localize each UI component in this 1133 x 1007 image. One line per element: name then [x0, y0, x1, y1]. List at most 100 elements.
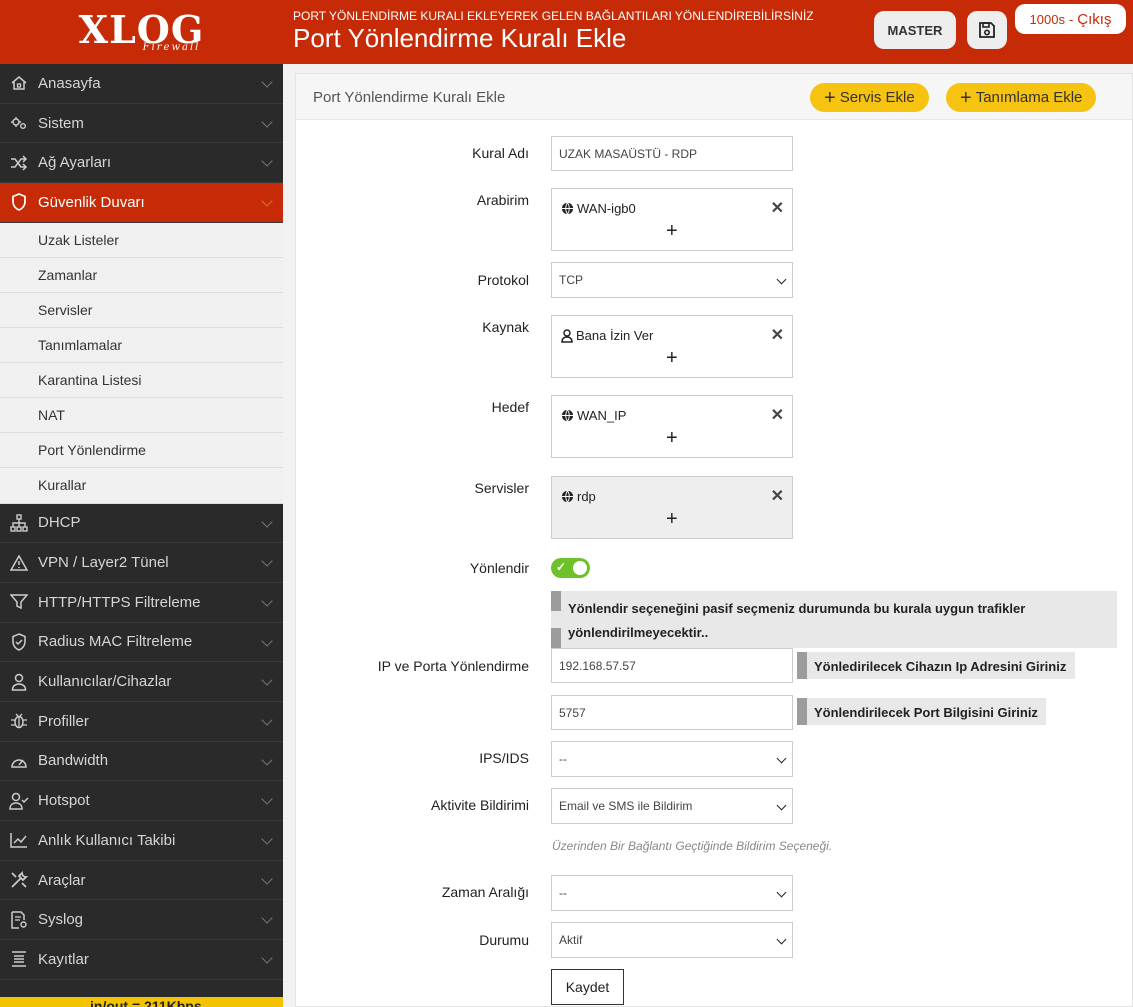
save-config-button[interactable]: [967, 11, 1007, 49]
ips-select[interactable]: --: [551, 741, 793, 777]
sidebar-item-guvenlik-duvari[interactable]: Güvenlik Duvarı: [0, 183, 283, 223]
chevron-down-icon: [261, 793, 273, 805]
add-definition-button[interactable]: + Tanımlama Ekle: [946, 83, 1097, 112]
page-subtitle: PORT YÖNLENDİRME KURALI EKLEYEREK GELEN …: [293, 9, 814, 23]
sidebar-item-syslog[interactable]: Syslog: [0, 900, 283, 941]
target-select[interactable]: WAN_IP ✕ +: [551, 395, 793, 458]
save-button[interactable]: Kaydet: [551, 969, 624, 1005]
chevron-down-icon: [261, 873, 273, 885]
chevron-down-icon: [776, 753, 787, 764]
logo: XLOG Firewall: [0, 0, 283, 64]
source-select[interactable]: Bana İzin Ver ✕ +: [551, 315, 793, 378]
sidebar-item-label: Profiller: [38, 712, 89, 730]
note-bar: [797, 652, 807, 679]
sidebar-item-label: VPN / Layer2 Tünel: [38, 554, 169, 572]
source-tag: Bana İzin Ver: [561, 328, 653, 343]
sidebar-item-hotspot[interactable]: Hotspot: [0, 781, 283, 821]
redirect-toggle[interactable]: ✓: [551, 558, 590, 578]
shield-check-icon: [9, 632, 29, 652]
remove-icon[interactable]: ✕: [771, 405, 784, 425]
session-separator: -: [1068, 11, 1074, 27]
add-service-button[interactable]: + Servis Ekle: [810, 83, 929, 112]
submenu-item-nat[interactable]: NAT: [0, 398, 283, 434]
time-range-value: --: [559, 886, 567, 900]
sidebar-item-kullanicilar[interactable]: Kullanıcılar/Cihazlar: [0, 662, 283, 702]
submenu-item-servisler[interactable]: Servisler: [0, 293, 283, 329]
activity-label: Aktivite Bildirimi: [430, 797, 529, 813]
chevron-down-icon: [261, 515, 273, 528]
chevron-down-icon: [261, 912, 273, 925]
target-label: Hedef: [491, 399, 529, 415]
sidebar-item-anasayfa[interactable]: Anasayfa: [0, 64, 283, 104]
file-gear-icon: [9, 910, 29, 930]
target-tag-label: WAN_IP: [577, 408, 627, 423]
remove-icon[interactable]: ✕: [771, 198, 784, 218]
add-icon[interactable]: +: [666, 220, 678, 243]
sidebar-item-label: Kayıtlar: [38, 950, 89, 968]
port-hint-text: Yönlendirilecek Port Bilgisini Giriniz: [814, 705, 1038, 720]
status-select[interactable]: Aktif: [551, 922, 793, 958]
ips-label: IPS/IDS: [479, 750, 529, 766]
remove-icon[interactable]: ✕: [771, 486, 784, 506]
sidebar-item-vpn[interactable]: VPN / Layer2 Tünel: [0, 543, 283, 583]
submenu-item-kurallar[interactable]: Kurallar: [0, 468, 283, 504]
remove-icon[interactable]: ✕: [771, 325, 784, 345]
services-label: Servisler: [474, 480, 529, 496]
tools-icon: [9, 870, 29, 890]
time-range-select[interactable]: --: [551, 875, 793, 911]
redirect-ip-input[interactable]: 192.168.57.57: [551, 648, 793, 683]
sidebar-item-label: Anlık Kullanıcı Takibi: [38, 831, 176, 849]
rule-name-label: Kural Adı: [472, 145, 529, 161]
sidebar-item-kayitlar[interactable]: Kayıtlar: [0, 940, 283, 980]
protocol-select[interactable]: TCP: [551, 262, 793, 298]
sidebar-item-sistem[interactable]: Sistem: [0, 104, 283, 144]
sidebar-item-label: Ağ Ayarları: [38, 154, 112, 172]
sidebar-item-http-filtreleme[interactable]: HTTP/HTTPS Filtreleme: [0, 583, 283, 623]
globe-icon: [561, 409, 574, 422]
submenu-item-tanimlamalar[interactable]: Tanımlamalar: [0, 328, 283, 364]
logo-subtext: Firewall: [142, 41, 201, 53]
logout-link[interactable]: Çıkış: [1077, 11, 1111, 28]
services-select[interactable]: rdp ✕ +: [551, 476, 793, 539]
submenu-item-port-yonlendirme[interactable]: Port Yönlendirme: [0, 433, 283, 469]
sidebar-item-bandwidth[interactable]: Bandwidth: [0, 742, 283, 782]
sidebar-item-araclar[interactable]: Araçlar: [0, 861, 283, 901]
submenu-item-karantina-listesi[interactable]: Karantina Listesi: [0, 363, 283, 399]
add-icon[interactable]: +: [666, 508, 678, 531]
globe-icon: [561, 490, 574, 503]
rule-name-input[interactable]: UZAK MASAÜSTÜ - RDP: [551, 136, 793, 171]
chevron-down-icon: [776, 274, 787, 285]
chevron-down-icon: [261, 952, 273, 964]
page-title: Port Yönlendirme Kuralı Ekle: [293, 23, 627, 53]
sidebar-item-ag-ayarlari[interactable]: Ağ Ayarları: [0, 143, 283, 184]
sidebar-item-profiller[interactable]: Profiller: [0, 702, 283, 742]
sidebar-item-label: Kullanıcılar/Cihazlar: [38, 673, 172, 691]
chevron-down-icon: [776, 800, 787, 811]
sidebar-item-label: Anasayfa: [38, 74, 101, 92]
chevron-down-icon: [261, 833, 273, 845]
sidebar-item-anlik-takip[interactable]: Anlık Kullanıcı Takibi: [0, 821, 283, 861]
activity-select[interactable]: Email ve SMS ile Bildirim: [551, 788, 793, 824]
submenu-item-zamanlar[interactable]: Zamanlar: [0, 258, 283, 293]
toggle-knob: [573, 561, 587, 575]
master-button[interactable]: MASTER: [874, 11, 956, 49]
gears-icon: [9, 113, 29, 133]
status-label: Durumu: [479, 932, 529, 948]
session-box: 1000s - Çıkış: [1015, 4, 1126, 34]
sidebar-item-label: Radius MAC Filtreleme: [38, 633, 193, 651]
protocol-label: Protokol: [477, 272, 529, 288]
add-icon[interactable]: +: [666, 347, 678, 370]
sidebar-item-radius-mac[interactable]: Radius MAC Filtreleme: [0, 623, 283, 663]
network-icon: [9, 513, 29, 533]
chevron-down-icon: [261, 76, 273, 88]
traffic-indicator: in/out = 211Kbps: [0, 997, 283, 1007]
interface-select[interactable]: WAN-igb0 ✕ +: [551, 188, 793, 251]
submenu-item-uzak-listeler[interactable]: Uzak Listeler: [0, 223, 283, 258]
sidebar-item-dhcp[interactable]: DHCP: [0, 504, 283, 544]
add-definition-label: Tanımlama Ekle: [975, 89, 1083, 106]
add-icon[interactable]: +: [666, 427, 678, 450]
chevron-down-icon: [261, 714, 273, 726]
redirect-port-input[interactable]: 5757: [551, 695, 793, 730]
sidebar-item-label: Güvenlik Duvarı: [38, 193, 145, 211]
redirect-label: Yönlendir: [469, 560, 529, 576]
